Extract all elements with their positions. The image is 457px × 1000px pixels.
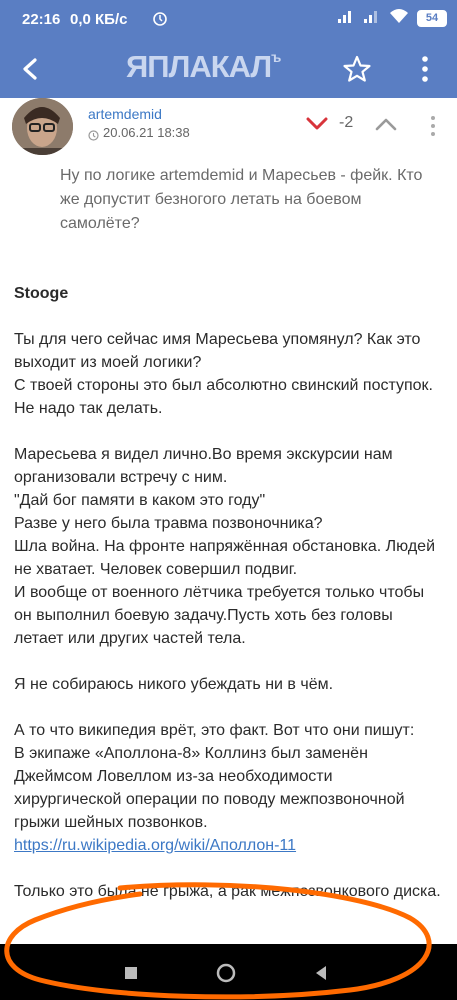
recents-icon[interactable]	[120, 962, 142, 984]
signal-icon	[337, 8, 355, 28]
status-bar: 22:16 0,0 КБ/с 54	[0, 0, 457, 40]
comment-body: Stooge Ты для чего сейчас имя Маресьева …	[14, 282, 444, 926]
status-time: 22:16	[22, 11, 61, 28]
more-vert-icon[interactable]	[408, 52, 442, 86]
comment-addressee: Stooge	[14, 285, 69, 302]
comment-username[interactable]: artemdemid	[88, 106, 162, 122]
logo-superscript: ъ	[271, 49, 281, 65]
app-logo[interactable]: ЯПЛАКАЛъ	[126, 49, 281, 85]
battery-icon: 54	[417, 9, 447, 27]
app-bar: ЯПЛАКАЛъ	[0, 40, 457, 98]
comment-datetime: 20.06.21 18:38	[103, 125, 190, 140]
comment-score: -2	[339, 114, 354, 131]
logo-text: ЯПЛАКАЛ	[126, 49, 272, 84]
comment-paragraph: Ты для чего сейчас имя Маресьева упомяну…	[14, 331, 433, 417]
comment-paragraph: А то что википедия врёт, это факт. Вот ч…	[14, 722, 415, 831]
alarm-icon	[152, 10, 168, 30]
comment-paragraph: Я не собираюсь никого убеждать ни в чём.	[14, 676, 334, 693]
wikipedia-link[interactable]: https://ru.wikipedia.org/wiki/Аполлон-11	[14, 837, 296, 854]
back-nav-icon[interactable]	[310, 962, 332, 984]
wifi-icon	[389, 8, 409, 28]
comment-more-icon[interactable]	[424, 114, 442, 138]
signal-icon-2	[363, 8, 381, 28]
star-icon[interactable]	[340, 52, 374, 86]
navigation-bar	[0, 944, 457, 1000]
comment-paragraph: Маресьева я видел лично.Во время экскурс…	[14, 446, 435, 647]
comment-header: artemdemid 20.06.21 18:38 -2	[0, 98, 457, 158]
vote-up-icon[interactable]	[372, 110, 400, 138]
back-icon[interactable]	[14, 52, 48, 86]
comment-paragraph-last: Только это была не грыжа, а рак межпозво…	[14, 883, 441, 900]
network-speed: 0,0 КБ/с	[70, 11, 128, 28]
vote-down-icon[interactable]	[303, 110, 331, 138]
home-icon[interactable]	[215, 962, 237, 984]
quoted-text: Ну по логике artemdemid и Маресьев - фей…	[60, 167, 423, 232]
clock-icon	[88, 128, 99, 141]
avatar[interactable]	[12, 98, 73, 155]
